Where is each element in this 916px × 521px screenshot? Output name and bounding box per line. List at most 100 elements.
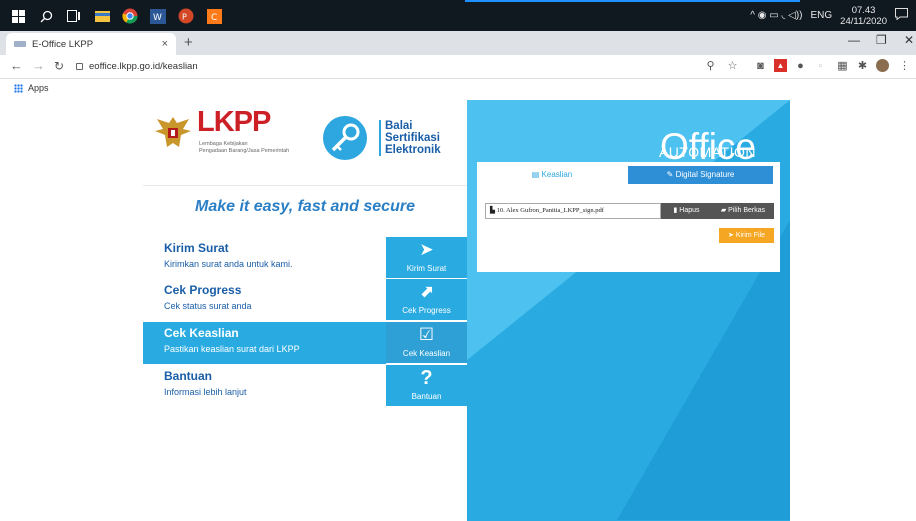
- lock-icon[interactable]: [76, 63, 83, 70]
- web-page: LKPP Lembaga Kebijakan Pengadaan Barang/…: [0, 97, 916, 521]
- camera-extension-icon[interactable]: ◙: [754, 59, 767, 72]
- file-name-field[interactable]: ▙ 10. Alex Gufron_Panitia_LKPP_sign.pdf: [485, 203, 661, 219]
- minimize-icon[interactable]: —: [848, 33, 860, 47]
- svg-text:C: C: [211, 13, 217, 23]
- browser-tab-strip: E-Office LKPP × + — ❐ ✕: [0, 31, 916, 55]
- svg-text:P: P: [182, 13, 187, 22]
- puzzle-extension-icon[interactable]: ✱: [856, 59, 869, 72]
- menu-dots-icon[interactable]: ⋮: [898, 59, 911, 72]
- document-icon: ▤: [531, 170, 542, 179]
- menu-title: Cek Progress: [164, 283, 242, 297]
- favicon-icon: [14, 41, 26, 47]
- menu-desc: Informasi lebih lanjut: [164, 387, 247, 397]
- menu-button-label: Kirim Surat: [406, 264, 447, 273]
- browser-tab[interactable]: E-Office LKPP ×: [6, 33, 176, 55]
- clock[interactable]: 07.43 24/11/2020: [840, 5, 887, 27]
- menu-desc: Cek status surat anda: [164, 301, 252, 311]
- windows-taskbar: W P C ^ ◉ ▭ ◟ ◁)) ENG 07.43 24/11/2020: [0, 0, 916, 31]
- zoom-icon[interactable]: ⚲: [704, 59, 717, 72]
- bookmark-star-icon[interactable]: ☆: [726, 59, 739, 72]
- garuda-emblem-icon: [155, 117, 191, 147]
- left-panel: LKPP Lembaga Kebijakan Pengadaan Barang/…: [143, 100, 467, 521]
- apps-grid-icon[interactable]: [14, 84, 23, 93]
- svg-text:W: W: [153, 13, 162, 23]
- tab-keaslian[interactable]: ▤ Keaslian: [487, 166, 617, 184]
- pilih-berkas-button[interactable]: ▰ Pilih Berkas: [712, 203, 774, 219]
- header-divider: [143, 185, 467, 186]
- file-explorer-icon[interactable]: [92, 6, 112, 26]
- apps-bookmark[interactable]: Apps: [28, 83, 49, 93]
- blank-extension-icon[interactable]: ▫: [814, 59, 827, 72]
- close-tab-icon[interactable]: ×: [162, 38, 168, 50]
- kirim-file-button[interactable]: ➤ Kirim File: [719, 228, 774, 243]
- clock-time: 07.43: [851, 4, 876, 16]
- search-icon[interactable]: [36, 6, 56, 26]
- menu-desc: Kirimkan surat anda untuk kami.: [164, 259, 293, 269]
- cek-keaslian-button[interactable]: ☑ Cek Keaslian: [386, 322, 467, 364]
- menu-item-kirim-surat[interactable]: Kirim Surat Kirimkan surat anda untuk ka…: [143, 237, 467, 279]
- back-icon[interactable]: ←: [10, 58, 23, 73]
- tray-icons[interactable]: ^ ◉ ▭ ◟ ◁)): [750, 10, 802, 21]
- menu-desc: Pastikan keaslian surat dari LKPP: [164, 344, 300, 354]
- menu-button-label: Cek Keaslian: [402, 349, 451, 358]
- bse-logo: Balai Sertifikasi Elektronik: [323, 116, 463, 166]
- send-icon: ➤: [728, 232, 736, 239]
- menu-item-cek-keaslian[interactable]: Cek Keaslian Pastikan keaslian surat dar…: [143, 322, 467, 364]
- windows-start-icon[interactable]: [8, 6, 28, 26]
- lkpp-title: LKPP: [197, 106, 271, 138]
- notification-icon[interactable]: [895, 8, 908, 23]
- question-icon: ?: [420, 367, 433, 389]
- lkpp-subtitle: Lembaga Kebijakan Pengadaan Barang/Jasa …: [199, 141, 289, 155]
- office-subtitle: AUTOMATION: [658, 144, 756, 160]
- kirim-file-label: Kirim File: [735, 232, 765, 239]
- key-icon: [323, 116, 367, 160]
- bse-line2: Sertifikasi: [385, 132, 440, 144]
- menu-title: Cek Keaslian: [164, 326, 239, 340]
- language-indicator[interactable]: ENG: [810, 10, 832, 21]
- lkpp-subtitle-line2: Pengadaan Barang/Jasa Pemerintah: [199, 148, 290, 154]
- task-view-icon[interactable]: [64, 6, 84, 26]
- right-panel: Office AUTOMATION ▤ Keaslian ✎ Digital S…: [467, 100, 790, 521]
- menu-title: Kirim Surat: [164, 241, 229, 255]
- menu-title: Bantuan: [164, 369, 212, 383]
- file-input-row: ▙ 10. Alex Gufron_Panitia_LKPP_sign.pdf …: [485, 203, 774, 219]
- browser-toolbar: ← → ↻ eoffice.lkpp.go.id/keaslian ⚲ ☆ ◙ …: [0, 55, 916, 79]
- bse-text: Balai Sertifikasi Elektronik: [379, 120, 441, 156]
- app-icon[interactable]: C: [204, 6, 224, 26]
- kirim-surat-button[interactable]: ➤ Kirim Surat: [386, 237, 467, 279]
- forward-icon[interactable]: →: [32, 58, 45, 73]
- word-icon[interactable]: W: [148, 6, 168, 26]
- file-icon: ▙: [490, 207, 497, 214]
- maximize-icon[interactable]: ❐: [876, 33, 887, 47]
- hapus-label: Hapus: [679, 207, 700, 214]
- menu-item-bantuan[interactable]: Bantuan Informasi lebih lanjut ? Bantuan: [143, 365, 467, 407]
- lkpp-subtitle-line1: Lembaga Kebijakan: [199, 141, 248, 147]
- hapus-button[interactable]: ▮ Hapus: [661, 203, 712, 219]
- address-bar[interactable]: eoffice.lkpp.go.id/keaslian: [76, 57, 686, 76]
- bookmarks-bar: Apps: [0, 79, 916, 97]
- checkbox-icon: ☑: [418, 325, 435, 344]
- pen-icon: ✎: [666, 170, 676, 179]
- system-tray: ^ ◉ ▭ ◟ ◁)) ENG 07.43 24/11/2020: [750, 0, 908, 31]
- pdf-extension-icon[interactable]: ▲: [774, 59, 787, 72]
- pilih-berkas-label: Pilih Berkas: [728, 207, 766, 214]
- bantuan-button[interactable]: ? Bantuan: [386, 365, 467, 407]
- calendar-extension-icon[interactable]: ▦: [836, 59, 849, 72]
- upload-card: ▤ Keaslian ✎ Digital Signature ▙ 10. Ale…: [477, 162, 780, 272]
- circle-extension-icon[interactable]: ●: [794, 59, 807, 72]
- cek-progress-button[interactable]: ⬈ Cek Progress: [386, 279, 467, 321]
- file-name: 10. Alex Gufron_Panitia_LKPP_sign.pdf: [496, 207, 604, 214]
- menu-item-cek-progress[interactable]: Cek Progress Cek status surat anda ⬈ Cek…: [143, 279, 467, 321]
- new-tab-button[interactable]: +: [184, 34, 193, 51]
- close-window-icon[interactable]: ✕: [904, 33, 914, 47]
- menu-button-label: Cek Progress: [402, 306, 451, 315]
- bse-line3: Elektronik: [385, 144, 441, 156]
- profile-avatar[interactable]: [876, 59, 889, 72]
- chrome-icon[interactable]: [120, 6, 140, 26]
- clock-date: 24/11/2020: [840, 15, 887, 27]
- lkpp-logo: LKPP Lembaga Kebijakan Pengadaan Barang/…: [153, 106, 333, 169]
- tab-digital-signature[interactable]: ✎ Digital Signature: [628, 166, 773, 184]
- powerpoint-icon[interactable]: P: [176, 6, 196, 26]
- reload-icon[interactable]: ↻: [54, 59, 64, 73]
- bse-line1: Balai: [385, 120, 413, 132]
